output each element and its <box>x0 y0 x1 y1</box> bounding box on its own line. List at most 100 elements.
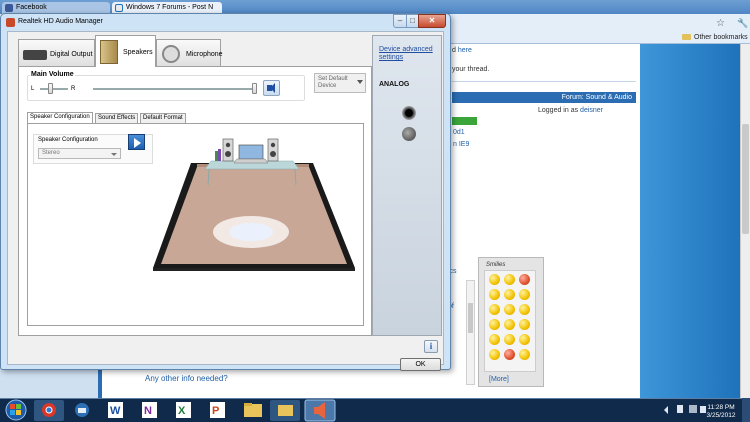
speaker-configuration-value: Stereo <box>42 150 60 156</box>
sound-field-core <box>229 223 273 241</box>
onenote-taskbar-icon[interactable]: N <box>142 402 157 418</box>
wrench-icon[interactable]: 🔧 <box>737 18 748 29</box>
folder-taskbar-icon[interactable] <box>270 400 300 421</box>
tab-sound-effects[interactable]: Sound Effects <box>95 113 139 123</box>
word-taskbar-icon[interactable]: W <box>108 402 123 418</box>
forum-bar[interactable]: Forum: Sound & Audio <box>452 92 636 103</box>
post-text: Any other info needed? <box>145 374 228 383</box>
scrollbar-thumb[interactable] <box>742 124 749 234</box>
smiley-icon[interactable] <box>489 289 500 300</box>
excel-taskbar-icon[interactable]: X <box>176 402 191 418</box>
smiley-icon[interactable] <box>504 274 515 285</box>
angry-smiley-icon[interactable] <box>519 274 530 285</box>
balance-right-label: R <box>71 86 76 92</box>
smiley-icon[interactable] <box>504 319 515 330</box>
svg-text:P: P <box>212 405 219 417</box>
minimize-button[interactable]: – <box>393 14 407 28</box>
digital-output-icon <box>23 50 47 60</box>
browser-tab-label: Facebook <box>16 4 47 11</box>
editor-scrollbar[interactable] <box>466 280 475 385</box>
facebook-icon <box>5 4 13 12</box>
explorer-taskbar-icon[interactable] <box>244 403 262 417</box>
audio-jack-icon[interactable] <box>402 106 416 120</box>
green-bar <box>452 117 477 125</box>
tab-label: Digital Output <box>50 51 93 58</box>
tab-speakers[interactable]: Speakers <box>95 35 156 67</box>
realtek-taskbar-icon[interactable] <box>304 399 336 422</box>
smiley-icon[interactable] <box>519 319 530 330</box>
balance-slider-thumb[interactable] <box>48 83 54 94</box>
speaker-configuration-label: Speaker Configuration <box>38 137 98 143</box>
tab-digital-output[interactable]: Digital Output <box>18 39 95 67</box>
smiley-icon[interactable] <box>489 334 500 345</box>
svg-text:X: X <box>178 405 186 417</box>
svg-text:N: N <box>144 405 152 417</box>
thunderbird-taskbar-icon[interactable] <box>75 403 89 417</box>
laptop-base <box>233 158 269 164</box>
device-tabs: Digital Output Speakers Microphone <box>18 35 378 67</box>
balance-slider[interactable] <box>40 88 68 90</box>
audio-jack-icon[interactable] <box>402 127 416 141</box>
speakers-icon <box>100 40 118 64</box>
network-icon <box>689 405 697 413</box>
username-link[interactable]: deisner <box>580 107 603 114</box>
play-test-button[interactable] <box>128 134 145 150</box>
chrome-taskbar-icon[interactable] <box>34 400 64 421</box>
forum-text-here: d here <box>452 47 472 54</box>
clock-time[interactable]: 11:28 PM <box>707 404 734 411</box>
flag-icon <box>677 405 683 413</box>
clock-date[interactable]: 3/25/2012 <box>707 412 736 419</box>
start-button[interactable] <box>5 399 27 421</box>
here-link[interactable]: here <box>458 47 472 54</box>
set-default-device-dropdown[interactable]: Set Default Device <box>314 73 366 93</box>
main-volume-group: Main Volume L R <box>27 71 305 101</box>
smiley-icon[interactable] <box>519 289 530 300</box>
folder-icon <box>682 34 691 40</box>
svg-text:W: W <box>110 405 121 417</box>
smiley-icon[interactable] <box>504 304 515 315</box>
room-front-edge <box>153 268 355 271</box>
device-advanced-settings-link[interactable]: Device advanced settings <box>379 46 439 62</box>
other-bookmarks[interactable]: Other bookmarks <box>682 34 748 41</box>
smiley-icon[interactable] <box>519 334 530 345</box>
logged-in-text: Logged in as deisner <box>538 107 604 114</box>
smiley-icon[interactable] <box>504 334 515 345</box>
smiley-icon[interactable] <box>489 349 500 360</box>
volume-slider[interactable] <box>93 88 257 90</box>
smiley-icon[interactable] <box>519 349 530 360</box>
smiley-icon[interactable] <box>489 304 500 315</box>
tab-default-format[interactable]: Default Format <box>140 113 186 123</box>
mute-button[interactable] <box>263 80 280 96</box>
scrollbar-thumb[interactable] <box>468 303 473 333</box>
forum-link[interactable]: 0d1 <box>453 129 465 136</box>
forum-text-thread: your thread. <box>452 66 490 73</box>
volume-icon <box>700 406 706 413</box>
close-button[interactable]: ✕ <box>418 14 446 28</box>
smiley-icon[interactable] <box>489 319 500 330</box>
smilies-more-link[interactable]: [More] <box>489 376 509 383</box>
ok-button[interactable]: OK <box>400 358 441 371</box>
show-desktop-button[interactable] <box>742 398 750 422</box>
devil-smiley-icon[interactable] <box>504 349 515 360</box>
powerpoint-taskbar-icon[interactable]: P <box>210 402 225 418</box>
microphone-icon <box>162 45 180 63</box>
tab-label: Speakers <box>123 49 153 56</box>
books-icon <box>215 151 218 161</box>
forum-link[interactable]: n IE9 <box>453 141 469 148</box>
tab-speaker-configuration[interactable]: Speaker Configuration <box>27 112 93 123</box>
dialog-title: Realtek HD Audio Manager <box>18 18 103 25</box>
volume-slider-thumb[interactable] <box>252 83 257 94</box>
browser-scrollbar[interactable] <box>740 44 750 398</box>
smiley-icon[interactable] <box>504 289 515 300</box>
balance-left-label: L <box>31 86 35 92</box>
browser-tab-label: Windows 7 Forums - Post N <box>126 4 214 11</box>
speaker-configuration-select[interactable]: Stereo <box>38 148 121 159</box>
tab-microphone[interactable]: Microphone <box>156 39 223 67</box>
speaker-configuration-panel: Speaker Configuration Stereo <box>27 123 364 326</box>
dialog-titlebar[interactable]: Realtek HD Audio Manager – □ ✕ <box>1 14 450 31</box>
smiley-icon[interactable] <box>489 274 500 285</box>
star-icon[interactable]: ☆ <box>716 18 725 29</box>
realtek-icon <box>6 18 15 27</box>
info-button[interactable]: i <box>424 340 438 353</box>
smiley-icon[interactable] <box>519 304 530 315</box>
